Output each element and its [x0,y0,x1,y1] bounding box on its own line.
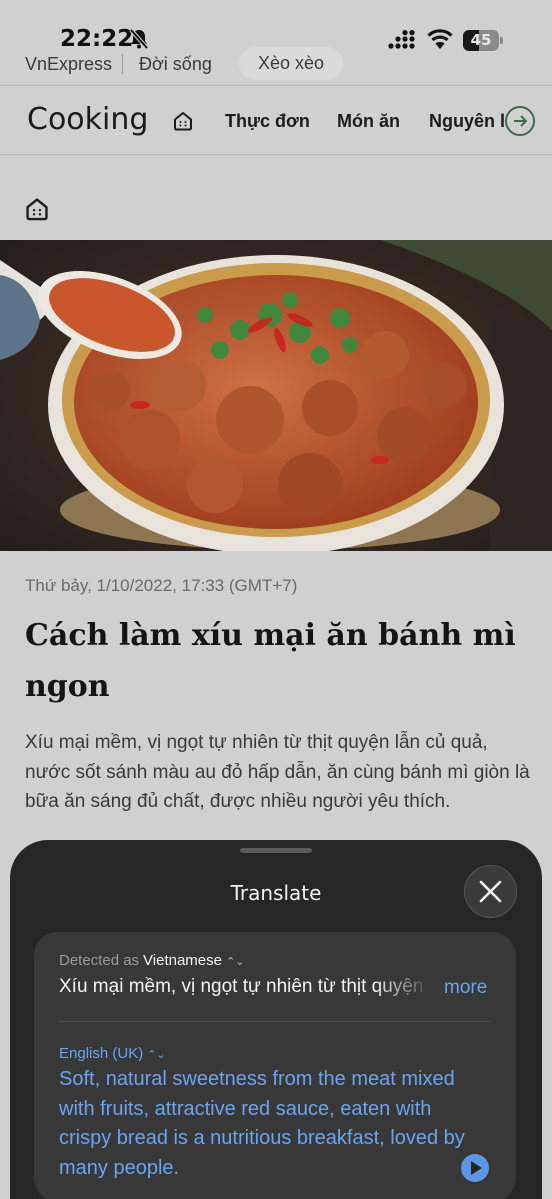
detected-prefix: Detected as [59,952,140,969]
article-headline: Cách làm xíu mại ăn bánh mì ngon [25,618,516,704]
breadcrumb: VnExpress Đời sống Xèo xèo [0,46,552,80]
chevron-up-down-icon: ⌃⌄ [226,955,245,968]
translate-title: Translate [230,881,322,905]
arrow-right-circle-icon[interactable] [505,106,535,136]
more-link[interactable]: more [444,977,487,999]
breadcrumb-divider [122,54,123,74]
article-lead: Xíu mại mềm, vị ngọt tự nhiên từ thịt qu… [25,732,530,812]
status-bar: 22:22 45 [0,0,552,52]
chevron-up-down-icon: ⌃⌄ [147,1048,166,1061]
section-nav: Cooking Thực đơn Món ăn Nguyên l [0,85,552,155]
breadcrumb-section-link[interactable]: Đời sống [139,54,212,75]
home-icon[interactable] [172,110,194,132]
breadcrumb-site-link[interactable]: VnExpress [25,54,112,75]
play-audio-button[interactable] [461,1154,489,1182]
translation-card: Detected as Vietnamese ⌃⌄ Xíu mại mềm, vị … [34,932,516,1199]
breadcrumb-tag-chip[interactable]: Xèo xèo [239,47,343,80]
detected-language: Vietnamese [143,952,222,969]
section-title-cooking[interactable]: Cooking [27,102,148,137]
close-icon [479,880,502,903]
source-text-fade [374,972,434,1002]
detected-language-selector[interactable]: Detected as Vietnamese ⌃⌄ [59,952,244,969]
close-button[interactable] [464,865,517,918]
target-language: English (UK) [59,1045,144,1062]
article-date: Thứ bảy, 1/10/2022, 17:33 (GMT+7) [25,576,298,595]
sheet-grabber[interactable] [240,848,312,853]
card-divider [59,1021,491,1022]
translate-sheet: Translate Detected as Vietnamese ⌃⌄ Xíu mạ… [10,840,542,1199]
nav-item-dishes[interactable]: Món ăn [337,111,400,132]
nav-item-menu[interactable]: Thực đơn [225,111,310,132]
nav-item-ingredients[interactable]: Nguyên l [429,111,505,132]
translated-text: Soft, natural sweetness from the meat mi… [59,1068,465,1179]
hero-food-photo [0,240,552,551]
home-icon[interactable] [24,196,50,222]
target-language-selector[interactable]: English (UK) ⌃⌄ [59,1045,166,1062]
